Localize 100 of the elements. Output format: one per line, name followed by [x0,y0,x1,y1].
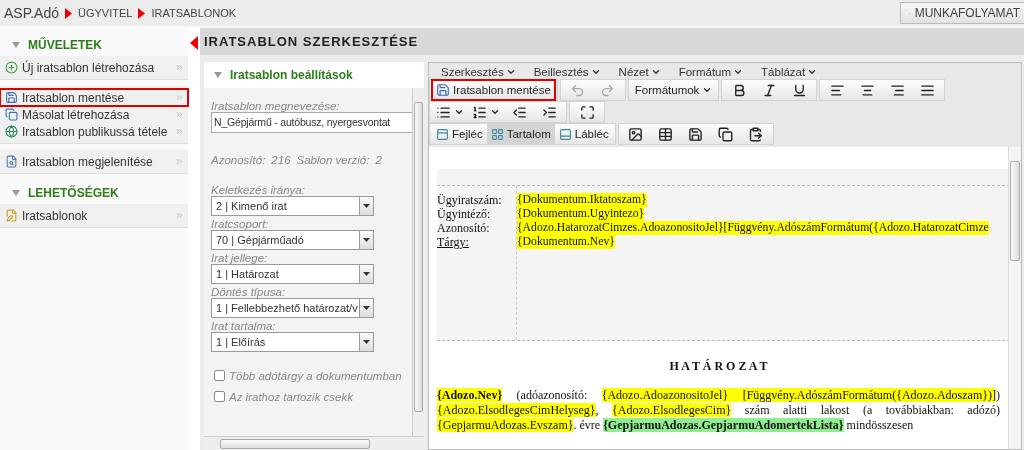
breadcrumb-link[interactable]: ÜGYVITEL [78,7,133,19]
breadcrumb-link[interactable]: IRATSABLONOK [151,7,237,19]
indent-icon [541,104,557,120]
outdent-icon [511,104,527,120]
sidebar-item[interactable]: Iratsablon publikussá tétele [0,123,188,140]
pencil-document-icon [5,209,18,222]
info-value: 216 [271,154,291,166]
caret-icon [363,340,370,344]
chevrons-icon [175,127,184,136]
caret-icon [454,107,464,117]
align-left-icon [829,82,845,98]
caret-icon [702,85,713,95]
breadcrumb-arrow-icon [138,7,146,19]
dropdown-field[interactable]: 70 | Gépjárműadó [211,230,374,250]
chevrons-icon [175,93,184,102]
image-icon [628,126,644,142]
dropdown-field[interactable]: 1 | Előírás [211,332,374,352]
field-label: Döntés típusa: [211,286,287,298]
caret-icon [807,67,818,77]
dropdown-field[interactable]: 1 | Határozat [211,264,374,284]
caret-icon [363,204,370,208]
header-label: Ügyiratszám: [437,193,503,207]
placeholder-field: {Dokumentum.Iktatoszam} [517,193,647,207]
section-title: MŰVELETEK [28,38,102,52]
menu-item[interactable]: Táblázat [757,66,822,78]
undo-icon [570,82,586,98]
sidebar-item[interactable]: Másolat létrehozása [0,106,188,123]
breadcrumb-arrow-icon [65,7,72,19]
input-field[interactable]: N_Gépjármű - autóbusz, nyergesvontat [211,112,412,133]
field-label: Keletkezés iránya: [211,184,306,196]
sidebar-item[interactable]: Iratsablon mentése [0,89,188,106]
globe-icon [5,125,18,138]
caret-icon [363,306,370,310]
caret-icon [363,272,370,276]
checkbox-label: Több adótárgy a dokumentumban [229,369,402,384]
fullscreen-icon [579,104,595,120]
field-label: Irat jellege: [211,252,269,264]
document-search-icon [5,155,18,168]
caret-icon [650,67,661,77]
collapse-triangle-icon[interactable] [12,42,20,48]
menu-item[interactable]: Szerkesztés [437,66,520,78]
chevrons-icon [175,211,184,220]
checkbox-label: Az irathoz tartozik csekk [229,390,353,405]
underline-icon [791,82,807,98]
field-label: Iratsablon megnevezése: [211,100,341,112]
chevrons-icon [175,63,184,72]
sidebar-item[interactable]: Iratsablon megjelenítése [0,153,188,170]
workflow-button[interactable]: MUNKAFOLYAMAT [900,2,1024,24]
redo-icon [600,82,616,98]
header-label: Ügyintéző: [437,207,492,221]
caret-icon [733,67,744,77]
page-title: IRATSABLON SZERKESZTÉSE [204,34,419,49]
field-label: Iratcsoport: [211,218,270,230]
section-title: LEHETŐSÉGEK [28,186,119,200]
header-label: Azonosító: [437,221,491,235]
info-value: 2 [375,154,382,166]
caret-icon [505,67,516,77]
editor-tab[interactable]: Lábléc [554,124,613,144]
checkbox[interactable] [214,391,225,402]
chevrons-icon [175,157,184,166]
placeholder-field: {Dokumentum.Ugyintezo} [517,207,645,221]
info-label: Azonosító: [211,154,266,166]
editor-tab[interactable]: Tartalom [486,124,555,144]
placeholder-field: {Adozo.HatarozatCimzes.AdoazonositoJel}[Függvény.AdószámFormátum({Adozo.HatarozatCimze [517,221,989,235]
caret-icon [363,238,370,242]
bullet-list-icon [436,104,451,120]
copy-icon [5,108,18,121]
sidebar-item[interactable]: Új iratsablon létrehozása [0,59,188,76]
document-paragraph: {Adozo.Nev} (adóazonosító: {Adozo.AdoazonositoJel} [Függvény.AdószámFormátum({Adozo.Adoszam})]) {Adozo.ElsodlegesCimHelyseg}, {Adozo.ElsodlegesCim} szám alatti lakost (a továbbiakban: adózó) {GepjarmuAdozas.Evszam}. évre {GepjarmuAdozas.GepjarmuAdomertekLista} mindösszesen [437,388,1000,433]
collapse-arrow-icon[interactable] [190,36,198,50]
panel-title: Iratsablon beállítások [230,68,353,82]
save-icon [688,126,704,142]
footer-layout-icon [558,127,572,141]
vertical-scrollbar[interactable] [1008,147,1021,449]
menu-item[interactable]: Nézet [614,66,665,78]
save-button[interactable]: Iratsablon mentése [432,80,555,100]
field-label: Irat tartalma: [211,320,277,332]
plus-circle-icon [5,61,18,74]
collapse-triangle-icon[interactable] [214,72,222,78]
placeholder-field: {Dokumentum.Nev} [517,235,615,249]
editor-tab[interactable]: Fejléc [432,124,487,144]
collapse-triangle-icon[interactable] [12,190,20,196]
menu-item[interactable]: Formátum [674,66,748,78]
caret-icon [590,67,601,77]
align-justify-icon [919,82,935,98]
italic-icon [761,82,777,98]
caret-icon [490,107,500,117]
vertical-scrollbar[interactable] [412,88,424,436]
chevrons-icon [175,110,184,119]
numbered-list-icon [472,104,487,120]
dropdown-field[interactable]: 2 | Kimenő irat [211,196,374,216]
dropdown-field[interactable]: 1 | Fellebbezhető határozat/v [211,298,374,318]
checkbox[interactable] [214,370,225,381]
format-dropdown[interactable]: Formátumok [630,80,717,100]
info-label: Sablon verzió: [296,154,370,166]
breadcrumb-link[interactable]: ASP.Adó [4,5,59,21]
paste-icon [748,126,764,142]
document-heading: H A T Á R O Z A T [668,359,769,374]
menu-item[interactable]: Beillesztés [529,66,605,78]
sidebar-item[interactable]: Iratsablonok [0,207,188,224]
